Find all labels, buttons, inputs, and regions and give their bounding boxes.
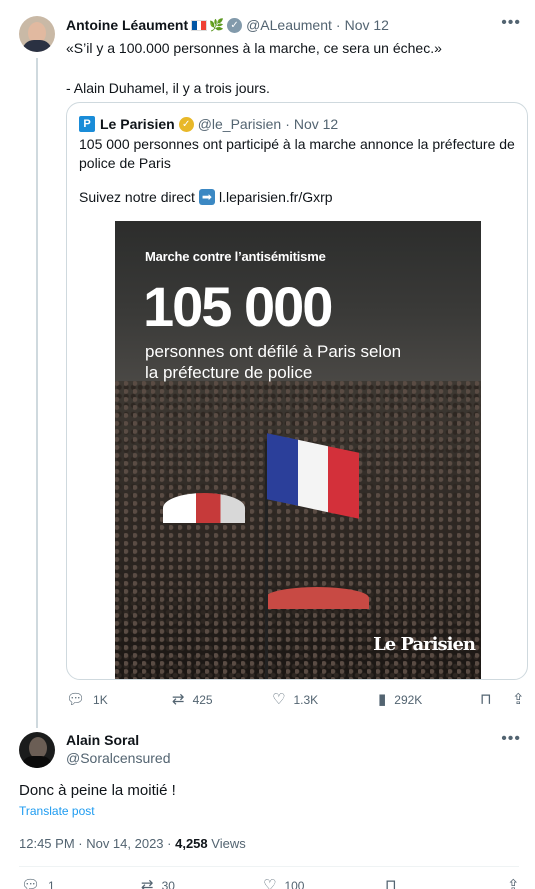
image-kicker: Marche contre l’antisémitisme — [145, 249, 326, 264]
umbrella-graphic — [163, 493, 245, 523]
avatar-suit — [21, 756, 53, 768]
separator-dot: · — [285, 116, 290, 132]
views-label: Views — [211, 836, 246, 851]
reply-icon: 💬︎ — [66, 691, 86, 708]
tweet-actions: 💬︎ 1K ⇄ 425 ♡ 1.3K ▮ 292K ⊓ ⇪ — [66, 690, 528, 712]
share-button[interactable]: ⇪ — [507, 878, 528, 889]
bookmark-button[interactable]: ⊓ — [385, 878, 405, 889]
reply-count: 1K — [93, 692, 108, 707]
image-brand-logo: Le Parisien — [373, 634, 476, 655]
views-button[interactable]: ▮ 292K — [378, 692, 422, 707]
sprout-icon: 🌿 — [209, 18, 225, 32]
reply-button[interactable]: 💬︎ 1 — [21, 878, 55, 889]
views-count: 4,258 — [175, 836, 208, 851]
bookmark-icon: ⊓ — [480, 691, 492, 708]
quoted-tweet-time[interactable]: Nov 12 — [294, 116, 338, 132]
bookmark-button[interactable]: ⊓ — [480, 692, 500, 707]
verified-badge-icon[interactable]: ✓ — [227, 17, 243, 33]
quoted-tweet-text: 105 000 personnes ont participé à la mar… — [79, 136, 515, 171]
thread-line — [36, 58, 38, 728]
quoted-tweet-header: P Le Parisien ✓ @le_Parisien · Nov 12 — [79, 115, 338, 133]
tweet-text: Donc à peine la moitié ! — [19, 782, 176, 799]
retweet-count: 30 — [161, 878, 175, 889]
retweet-icon: ⇄ — [172, 691, 185, 708]
author-name[interactable]: Alain Soral — [66, 732, 139, 748]
reply-icon: 💬︎ — [21, 877, 41, 889]
like-button[interactable]: ♡ 100 — [263, 878, 304, 889]
retweet-icon: ⇄ — [141, 877, 154, 889]
france-flag-icon — [191, 19, 208, 31]
avatar[interactable] — [19, 732, 55, 768]
quoted-tweet-image[interactable]: Marche contre l’antisémitisme 105 000 pe… — [115, 221, 481, 679]
bookmark-icon: ⊓ — [385, 877, 397, 889]
image-big-number: 105 000 — [143, 275, 333, 338]
more-options-icon[interactable]: ••• — [501, 14, 521, 32]
translate-post-link[interactable]: Translate post — [19, 804, 95, 818]
retweet-button[interactable]: ⇄ 425 — [172, 692, 213, 707]
tweet-timestamp[interactable]: 12:45 PM · Nov 14, 2023 — [19, 836, 164, 851]
author-name[interactable]: Antoine Léaument — [66, 17, 188, 33]
separator-dot: · — [167, 836, 176, 851]
share-button[interactable]: ⇪ — [512, 692, 533, 707]
umbrella-graphic — [265, 587, 369, 609]
tweet-meta: 12:45 PM · Nov 14, 2023 · 4,258 Views — [19, 836, 246, 851]
retweet-button[interactable]: ⇄ 30 — [141, 878, 175, 889]
tweet-main[interactable]: Antoine Léaument 🌿 ✓ @ALeaument · Nov 12… — [0, 0, 535, 728]
tweet-time[interactable]: Nov 12 — [345, 17, 389, 33]
separator-dot: · — [335, 17, 341, 33]
quoted-author-name[interactable]: Le Parisien — [100, 116, 175, 132]
image-subtitle: personnes ont défilé à Paris selon la pr… — [145, 342, 402, 382]
quoted-tweet-link-line: Suivez notre direct ➡ l.leparisien.fr/Gx… — [79, 189, 333, 205]
share-icon: ⇪ — [507, 877, 520, 889]
heart-icon: ♡ — [263, 877, 277, 889]
tweet-header: Antoine Léaument 🌿 ✓ @ALeaument · Nov 12 — [66, 16, 389, 34]
author-handle[interactable]: @Soralcensured — [66, 750, 171, 766]
views-count: 292K — [394, 692, 423, 707]
right-arrow-icon: ➡ — [198, 189, 215, 205]
tweet-text: «S’il y a 100.000 personnes à la marche,… — [66, 40, 442, 96]
le-parisien-logo-icon: P — [79, 116, 95, 132]
heart-icon: ♡ — [272, 691, 286, 708]
reply-button[interactable]: 💬︎ 1K — [66, 692, 108, 707]
avatar-suit — [22, 40, 52, 52]
quoted-tweet[interactable]: P Le Parisien ✓ @le_Parisien · Nov 12 10… — [66, 102, 528, 680]
tweet-reply[interactable]: Alain Soral @Soralcensured ••• Donc à pe… — [0, 720, 535, 889]
retweet-count: 425 — [192, 692, 213, 707]
link-prefix: Suivez notre direct — [79, 189, 195, 205]
analytics-icon: ▮ — [378, 691, 387, 708]
avatar[interactable] — [19, 16, 55, 52]
quoted-author-handle[interactable]: @le_Parisien — [198, 116, 281, 132]
quoted-tweet-link[interactable]: l.leparisien.fr/Gxrp — [219, 189, 333, 205]
reply-count: 1 — [48, 878, 55, 889]
divider — [19, 866, 519, 867]
author-handle[interactable]: @ALeaument — [246, 17, 332, 33]
share-icon: ⇪ — [512, 691, 525, 708]
like-button[interactable]: ♡ 1.3K — [272, 692, 318, 707]
more-options-icon[interactable]: ••• — [501, 730, 521, 748]
tweet-actions: 💬︎ 1 ⇄ 30 ♡ 100 ⊓ ⇪ — [19, 876, 520, 889]
like-count: 100 — [284, 878, 305, 889]
like-count: 1.3K — [293, 692, 319, 707]
verified-business-badge-icon[interactable]: ✓ — [178, 116, 194, 132]
